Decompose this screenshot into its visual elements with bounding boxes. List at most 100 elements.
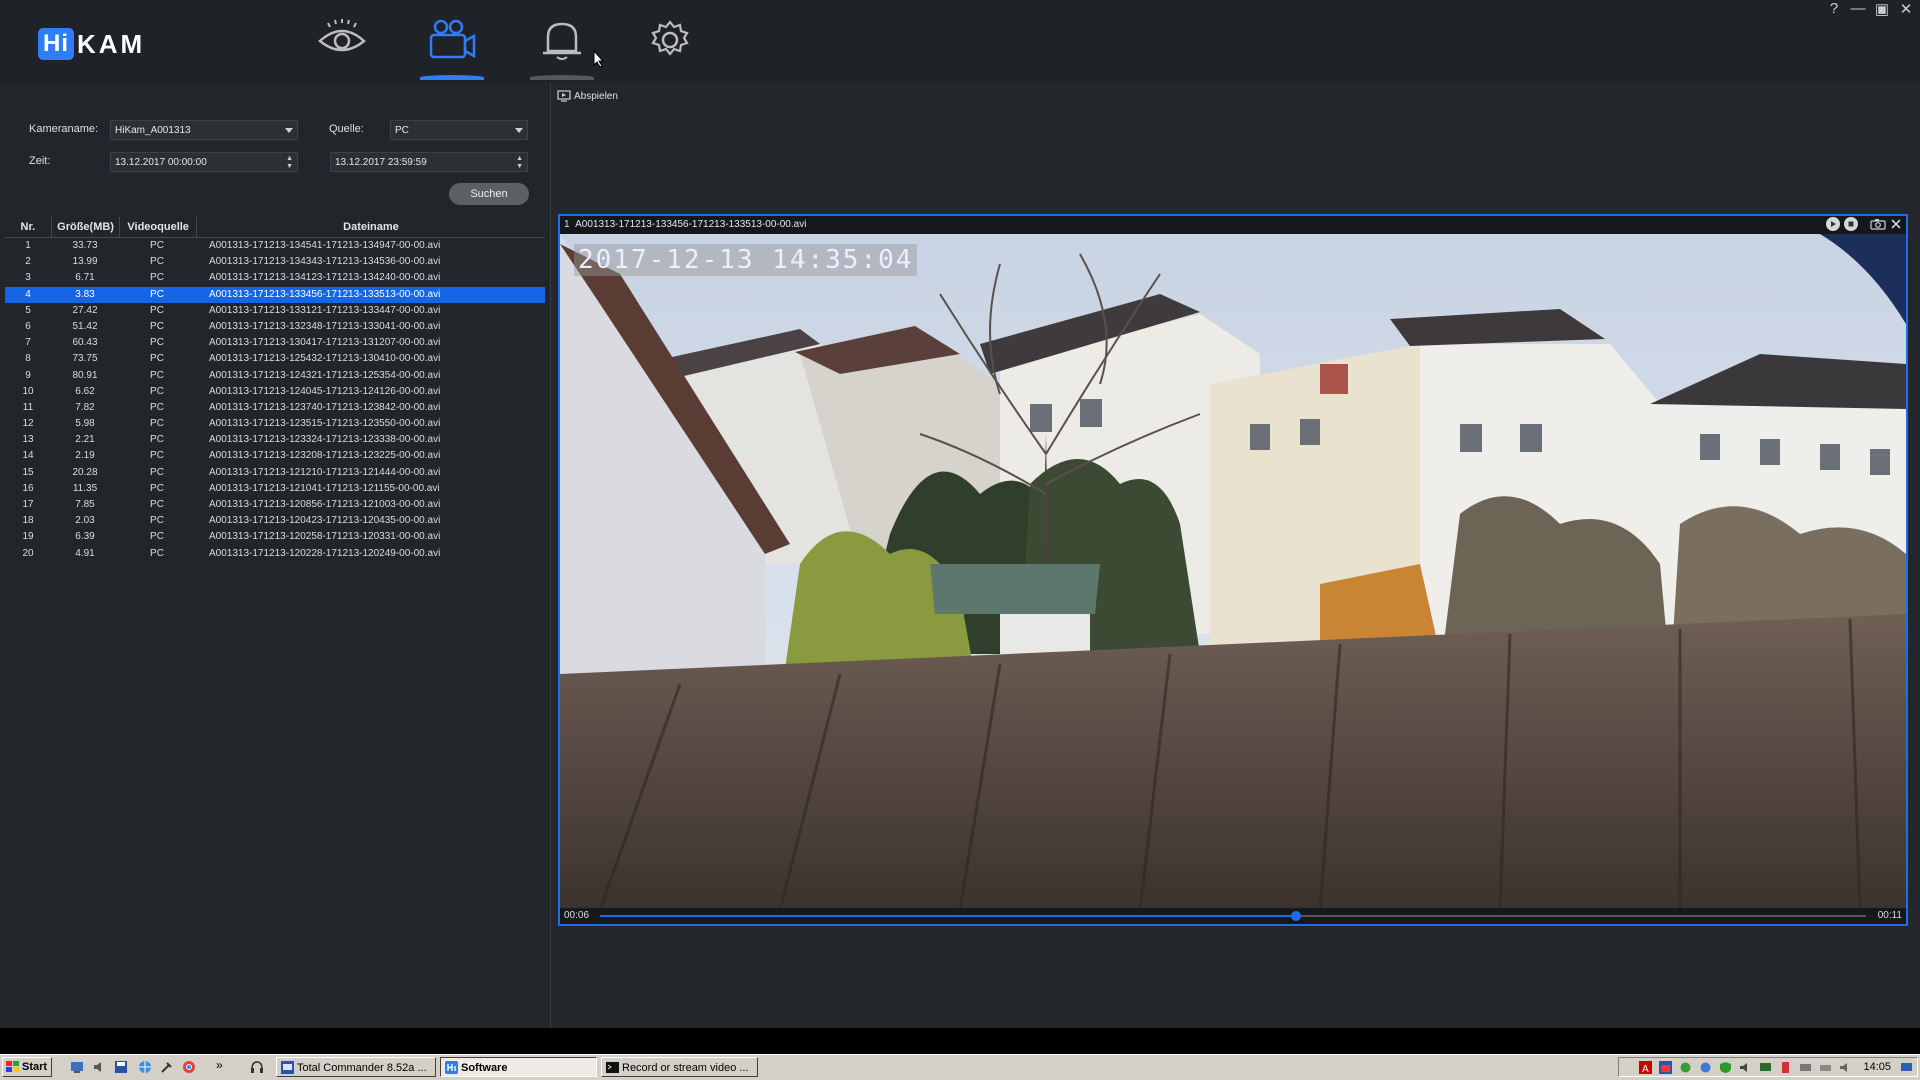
time-to-input[interactable]: 13.12.2017 23:59:59 ▲ ▼: [330, 152, 528, 172]
cell-filename: A001313-171213-123208-171213-123225-00-0…: [209, 450, 441, 462]
calendar-tray-icon[interactable]: [1659, 1061, 1672, 1074]
cell-size: 27.42: [72, 304, 98, 316]
save-icon[interactable]: [114, 1060, 128, 1074]
monitor-tray-icon[interactable]: [1759, 1061, 1772, 1074]
nav-playback[interactable]: [412, 14, 492, 80]
cell-filename: A001313-171213-120258-171213-120331-00-0…: [209, 531, 441, 543]
table-row[interactable]: 14 2.19 PC A001313-171213-123208-171213-123…: [5, 448, 545, 464]
printer-tray-icon[interactable]: [1819, 1061, 1832, 1074]
task-total-commander[interactable]: Total Commander 8.52a ...: [276, 1057, 436, 1077]
nav-alarm[interactable]: [522, 14, 602, 80]
video-player[interactable]: 1 A001313-171213-133456-171213-133513-00…: [558, 214, 1908, 926]
table-header: Nr. Größe(MB) Videoquelle Dateiname: [5, 217, 545, 238]
speaker-icon[interactable]: [92, 1060, 106, 1074]
table-body: 1 33.73 PC A001313-171213-134541-171213-134…: [5, 238, 545, 562]
timeline-bar[interactable]: 00:06 00:11: [560, 908, 1906, 924]
hikam-app-icon: [445, 1061, 458, 1074]
table-row[interactable]: 9 80.91 PC A001313-171213-124321-171213-125…: [5, 368, 545, 384]
cell-nr: 13: [22, 434, 34, 446]
cell-filename: A001313-171213-120228-171213-120249-00-0…: [209, 547, 441, 559]
time-label: Zeit:: [29, 155, 51, 167]
close-icon[interactable]: [1890, 218, 1902, 230]
osd-timestamp: 2017-12-13 14:35:04: [574, 244, 918, 276]
table-row[interactable]: 4 3.83 PC A001313-171213-133456-171213-1335…: [5, 286, 545, 303]
stop-button[interactable]: [1844, 217, 1858, 231]
table-row[interactable]: 6 51.42 PC A001313-171213-132348-171213-133…: [5, 319, 545, 335]
seek-handle[interactable]: [1291, 911, 1302, 921]
start-button[interactable]: Start: [2, 1057, 52, 1077]
table-row[interactable]: 2 13.99 PC A001313-171213-134343-171213-134…: [5, 254, 545, 270]
table-row[interactable]: 3 6.71 PC A001313-171213-134123-171213-1342…: [5, 270, 545, 286]
quicklaunch-more[interactable]: »: [216, 1058, 230, 1072]
table-row[interactable]: 18 2.03 PC A001313-171213-120423-171213-120…: [5, 513, 545, 529]
table-row[interactable]: 12 5.98 PC A001313-171213-123515-171213-123…: [5, 416, 545, 432]
volume-tray-icon[interactable]: [1739, 1061, 1752, 1074]
headphones-icon[interactable]: [250, 1060, 264, 1074]
seek-track[interactable]: [600, 911, 1866, 921]
cell-source: PC: [150, 499, 164, 510]
cell-filename: A001313-171213-134541-171213-134947-00-0…: [209, 240, 441, 251]
sync-tray-icon[interactable]: [1699, 1061, 1712, 1074]
security-tray-icon[interactable]: [1719, 1061, 1732, 1074]
nav-live-view[interactable]: [302, 14, 382, 80]
table-row[interactable]: 5 27.42 PC A001313-171213-133121-171213-133…: [5, 303, 545, 319]
header-source[interactable]: Videoquelle: [120, 217, 197, 237]
usb-tray-icon[interactable]: [1779, 1061, 1792, 1074]
spinner-arrows-icon[interactable]: ▲ ▼: [286, 155, 293, 171]
cell-source: PC: [150, 515, 164, 527]
play-tab[interactable]: Abspielen: [557, 90, 618, 102]
table-row[interactable]: 8 73.75 PC A001313-171213-125432-171213-130…: [5, 351, 545, 367]
desktop-tray-icon[interactable]: [1900, 1061, 1913, 1074]
snapshot-camera-icon[interactable]: [1870, 218, 1886, 230]
minimize-button[interactable]: —: [1850, 0, 1866, 18]
table-row[interactable]: 1 33.73 PC A001313-171213-134541-171213-134…: [5, 238, 545, 254]
help-button[interactable]: ?: [1826, 0, 1842, 18]
keyboard-tray-icon[interactable]: [1799, 1061, 1812, 1074]
cell-filename: A001313-171213-124045-171213-124126-00-0…: [209, 385, 441, 397]
table-row[interactable]: 11 7.82 PC A001313-171213-123740-171213-123…: [5, 400, 545, 416]
cell-size: 13.99: [72, 256, 98, 268]
source-select[interactable]: PC: [390, 120, 528, 140]
bell-icon: [543, 22, 581, 60]
time-from-input[interactable]: 13.12.2017 00:00:00 ▲ ▼: [110, 152, 298, 172]
maximize-button[interactable]: ▣: [1874, 0, 1890, 18]
cell-filename: A001313-171213-121041-171213-121155-00-0…: [209, 482, 440, 494]
show-desktop-icon[interactable]: [70, 1060, 84, 1074]
table-row[interactable]: 20 4.91 PC A001313-171213-120228-171213-120…: [5, 546, 545, 562]
cell-filename: A001313-171213-123515-171213-123550-00-0…: [209, 418, 441, 430]
table-row[interactable]: 17 7.85 PC A001313-171213-120856-171213-121…: [5, 497, 545, 513]
play-button[interactable]: [1826, 217, 1840, 231]
table-row[interactable]: 16 11.35 PC A001313-171213-121041-171213-12…: [5, 481, 545, 497]
search-button[interactable]: Suchen: [449, 183, 529, 205]
speaker-tray-icon[interactable]: [1839, 1061, 1852, 1074]
table-row[interactable]: 15 20.28 PC A001313-171213-121210-171213-12…: [5, 465, 545, 481]
table-row[interactable]: 7 60.43 PC A001313-171213-130417-171213-131…: [5, 335, 545, 351]
player-controls: [1826, 217, 1902, 231]
cell-source: PC: [150, 353, 164, 365]
table-row[interactable]: 10 6.62 PC A001313-171213-124045-171213-124…: [5, 384, 545, 400]
acrobat-tray-icon[interactable]: A: [1639, 1061, 1652, 1074]
table-row[interactable]: 19 6.39 PC A001313-171213-120258-171213-120…: [5, 529, 545, 545]
tools-icon[interactable]: [160, 1060, 174, 1074]
header-filename[interactable]: Dateiname: [197, 217, 545, 237]
cell-nr: 7: [25, 337, 31, 349]
cell-size: 7.85: [75, 499, 95, 510]
seek-fill: [600, 915, 1297, 917]
task-software[interactable]: Software: [440, 1057, 597, 1077]
spinner-arrows-icon[interactable]: ▲ ▼: [516, 155, 523, 171]
task-record-stream[interactable]: Record or stream video ...: [601, 1057, 758, 1077]
header-size[interactable]: Größe(MB): [52, 217, 121, 237]
cell-size: 20.28: [72, 466, 98, 478]
header-nr[interactable]: Nr.: [5, 217, 52, 237]
playback-area: Abspielen 1 A001313-171213-133456-171213…: [551, 82, 1920, 1028]
close-button[interactable]: ✕: [1898, 0, 1914, 18]
cell-nr: 2: [25, 256, 31, 268]
network-tray-icon[interactable]: [1679, 1061, 1692, 1074]
chrome-icon[interactable]: [182, 1060, 196, 1074]
table-row[interactable]: 13 2.21 PC A001313-171213-123324-171213-123…: [5, 432, 545, 448]
browser-icon[interactable]: [138, 1060, 152, 1074]
camera-select[interactable]: HiKam_A001313: [110, 120, 298, 140]
nav-settings[interactable]: [630, 14, 710, 80]
cell-size: 2.03: [75, 515, 95, 527]
chevron-down-icon: [515, 128, 523, 133]
